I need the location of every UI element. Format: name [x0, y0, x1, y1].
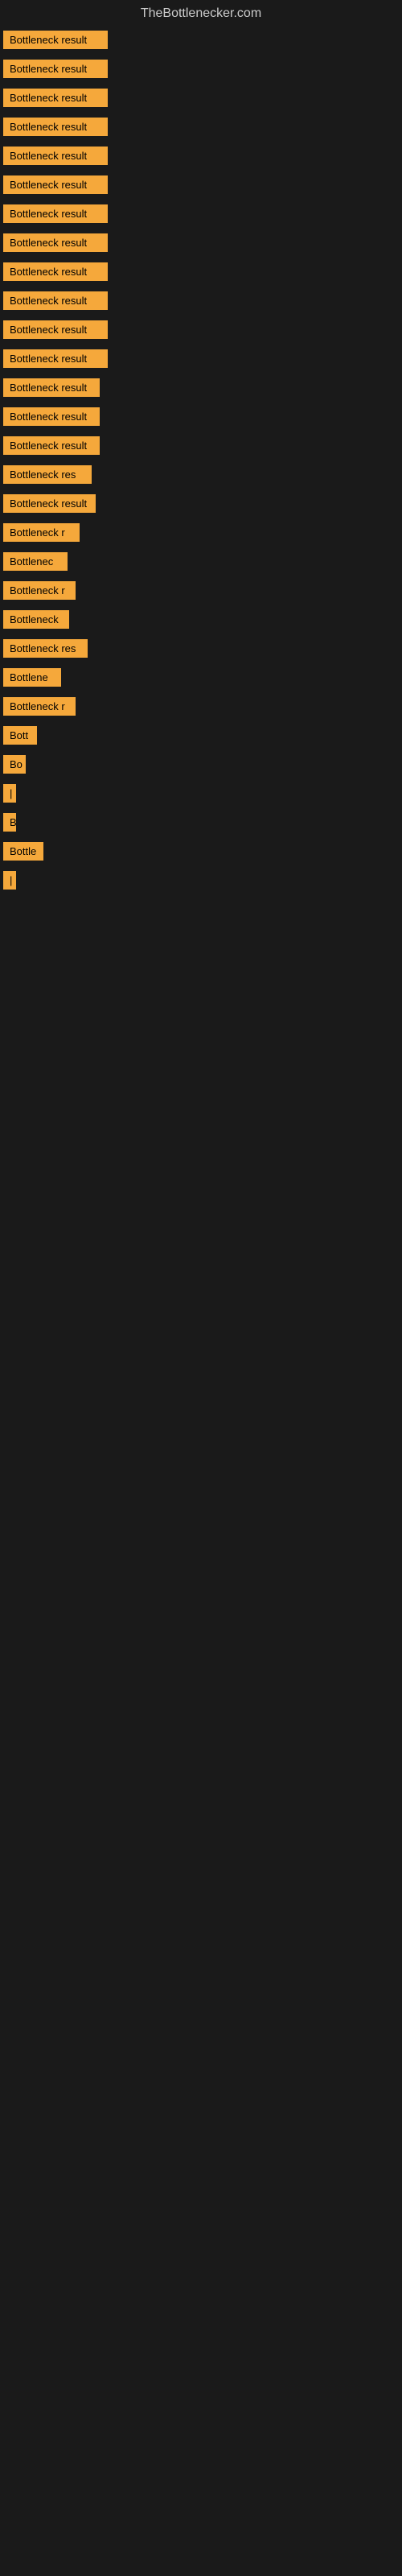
list-item: Bottleneck result [3, 378, 402, 401]
list-item: Bottleneck result [3, 262, 402, 285]
bottleneck-label[interactable]: | [3, 871, 16, 890]
bottleneck-label[interactable]: Bottleneck result [3, 436, 100, 455]
bottleneck-label[interactable]: Bo [3, 755, 26, 774]
bottleneck-label[interactable]: Bottle [3, 842, 43, 861]
bottleneck-label[interactable]: Bottleneck result [3, 147, 108, 165]
site-title: TheBottlenecker.com [0, 0, 402, 27]
list-item: Bottleneck result [3, 436, 402, 459]
list-item: Bottleneck result [3, 349, 402, 372]
bottleneck-label[interactable]: Bottleneck result [3, 175, 108, 194]
list-item: | [3, 784, 402, 807]
list-item: Bottleneck result [3, 89, 402, 111]
list-item: Bottleneck result [3, 175, 402, 198]
bottleneck-label[interactable]: Bottleneck result [3, 378, 100, 397]
list-item: B [3, 813, 402, 836]
list-item: Bottleneck res [3, 465, 402, 488]
bottleneck-label[interactable]: Bottleneck result [3, 60, 108, 78]
list-item: Bottleneck result [3, 291, 402, 314]
bottleneck-label[interactable]: Bottleneck result [3, 320, 108, 339]
bottleneck-label[interactable]: Bottleneck result [3, 31, 108, 49]
bottleneck-label[interactable]: Bottleneck r [3, 697, 76, 716]
list-item: Bottleneck [3, 610, 402, 633]
list-item: Bottleneck result [3, 118, 402, 140]
list-item: Bottlene [3, 668, 402, 691]
items-container: Bottleneck result Bottleneck result Bottle… [0, 27, 402, 894]
bottleneck-label[interactable]: Bottlene [3, 668, 61, 687]
bottleneck-label[interactable]: Bottleneck result [3, 407, 100, 426]
bottleneck-label[interactable]: Bottleneck r [3, 581, 76, 600]
bottleneck-label[interactable]: Bottlenec [3, 552, 68, 571]
bottleneck-label[interactable]: Bottleneck result [3, 262, 108, 281]
bottleneck-label[interactable]: | [3, 784, 16, 803]
list-item: Bottleneck result [3, 60, 402, 82]
list-item: Bottle [3, 842, 402, 865]
bottleneck-label[interactable]: Bottleneck result [3, 349, 108, 368]
list-item: Bottleneck r [3, 581, 402, 604]
list-item: Bottleneck r [3, 523, 402, 546]
list-item: Bottleneck r [3, 697, 402, 720]
bottleneck-label[interactable]: Bottleneck result [3, 89, 108, 107]
list-item: Bottleneck result [3, 31, 402, 53]
bottleneck-label[interactable]: Bott [3, 726, 37, 745]
list-item: Bottleneck res [3, 639, 402, 662]
list-item: Bottleneck result [3, 147, 402, 169]
list-item: Bottleneck result [3, 407, 402, 430]
list-item: | [3, 871, 402, 894]
list-item: Bo [3, 755, 402, 778]
bottleneck-label[interactable]: Bottleneck result [3, 233, 108, 252]
bottleneck-label[interactable]: Bottleneck result [3, 291, 108, 310]
bottleneck-label[interactable]: Bottleneck result [3, 204, 108, 223]
list-item: Bottleneck result [3, 233, 402, 256]
bottleneck-label[interactable]: Bottleneck res [3, 465, 92, 484]
bottleneck-label[interactable]: Bottleneck r [3, 523, 80, 542]
bottleneck-label[interactable]: Bottleneck res [3, 639, 88, 658]
site-header: TheBottlenecker.com [0, 0, 402, 27]
bottleneck-label[interactable]: Bottleneck result [3, 494, 96, 513]
bottleneck-label[interactable]: B [3, 813, 16, 832]
bottleneck-label[interactable]: Bottleneck result [3, 118, 108, 136]
list-item: Bottleneck result [3, 204, 402, 227]
bottleneck-label[interactable]: Bottleneck [3, 610, 69, 629]
list-item: Bottlenec [3, 552, 402, 575]
list-item: Bottleneck result [3, 320, 402, 343]
list-item: Bottleneck result [3, 494, 402, 517]
list-item: Bott [3, 726, 402, 749]
